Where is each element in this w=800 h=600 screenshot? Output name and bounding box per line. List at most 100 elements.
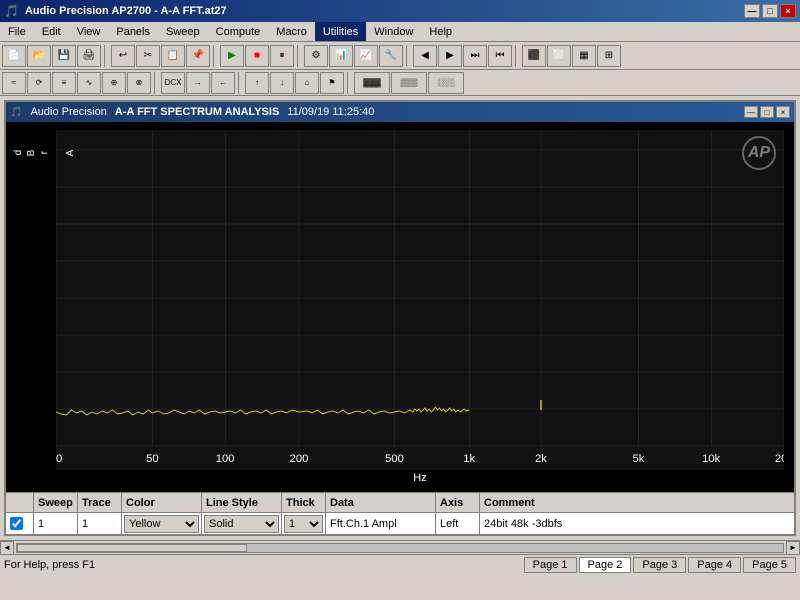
tb-cut[interactable]: ✂ [136,45,160,67]
tb2-btn-a[interactable]: ≈ [2,72,26,94]
tb-btn-d[interactable]: 🔧 [379,45,403,67]
svg-text:20: 20 [56,453,62,465]
sub-window-title: Audio Precision [30,106,106,118]
tb2-btn-e[interactable]: ⊕ [102,72,126,94]
tb2-btn-l[interactable]: ⌂ [295,72,319,94]
page-tab-1[interactable]: Page 1 [524,557,577,573]
tb-print[interactable]: 🖨 [77,45,101,67]
close-button[interactable]: × [780,4,796,18]
tb-save[interactable]: 💾 [52,45,76,67]
tb2-btn-g[interactable]: DCX [161,72,185,94]
color-select[interactable]: Yellow [124,515,199,533]
linestyle-select[interactable]: Solid [204,515,279,533]
tb2-btn-k[interactable]: ↓ [270,72,294,94]
sub-window-subtitle: A-A FFT SPECTRUM ANALYSIS [115,106,279,118]
menu-edit[interactable]: Edit [34,22,69,41]
tb-btn-k[interactable]: ▦ [572,45,596,67]
row-linestyle[interactable]: Solid [202,513,282,534]
tb-new[interactable]: 📄 [2,45,26,67]
tb2-btn-h[interactable]: → [186,72,210,94]
svg-text:1k: 1k [463,453,475,465]
chart-svg: +0 -20 -40 -60 -80 -100 -120 -140 -160 2… [56,130,784,470]
svg-text:200: 200 [290,453,309,465]
tb-btn-a[interactable]: ⚙ [304,45,328,67]
tb2-btn-m[interactable]: ⚑ [320,72,344,94]
tb2-btn-o[interactable]: ▒▒▒ [391,72,427,94]
tb-btn-c[interactable]: 📈 [354,45,378,67]
tb-btn-g[interactable]: ⏭ [463,45,487,67]
toolbar-separator-2 [213,45,217,67]
col-header-comment: Comment [480,493,794,512]
toolbar-separator-4 [406,45,410,67]
tb-btn-j[interactable]: ⬜ [547,45,571,67]
tb2-btn-p[interactable]: ░░░ [428,72,464,94]
page-tabs[interactable]: Page 1 Page 2 Page 3 Page 4 Page 5 [524,557,796,573]
col-header-color: Color [122,493,202,512]
menu-window[interactable]: Window [366,22,421,41]
menu-view[interactable]: View [69,22,109,41]
col-header-trace: Trace [78,493,122,512]
minimize-button[interactable]: — [744,4,760,18]
tb-paste[interactable]: 📌 [186,45,210,67]
scroll-right-button[interactable]: ► [786,541,800,555]
tb-open[interactable]: 📂 [27,45,51,67]
chart-container: dBr A AP [6,122,794,492]
page-tab-5[interactable]: Page 5 [743,557,796,573]
row-thick[interactable]: 1 [282,513,326,534]
menu-file[interactable]: File [0,22,34,41]
tb2-btn-f[interactable]: ⊗ [127,72,151,94]
tb-copy[interactable]: 📋 [161,45,185,67]
scroll-left-button[interactable]: ◄ [0,541,14,555]
title-bar-left: 🎵 Audio Precision AP2700 - A-A FFT.at27 [4,4,227,18]
col-header-sweep: Sweep [34,493,78,512]
menu-help[interactable]: Help [421,22,460,41]
tb-btn-i[interactable]: ⬛ [522,45,546,67]
tb2-btn-c[interactable]: ≡ [52,72,76,94]
window-title: Audio Precision AP2700 - A-A FFT.at27 [25,5,227,17]
tb-btn-f[interactable]: ▶ [438,45,462,67]
menu-panels[interactable]: Panels [108,22,158,41]
thick-select[interactable]: 1 [284,515,323,533]
menu-sweep[interactable]: Sweep [158,22,208,41]
page-tab-3[interactable]: Page 3 [633,557,686,573]
svg-text:500: 500 [385,453,404,465]
toolbar-separator-5 [515,45,519,67]
svg-text:20k: 20k [775,453,784,465]
tb-btn-h[interactable]: ⏮ [488,45,512,67]
tb2-btn-b[interactable]: ⟳ [27,72,51,94]
tb-btn-l[interactable]: ⊞ [597,45,621,67]
scroll-thumb[interactable] [17,544,247,552]
tb2-btn-i[interactable]: ← [211,72,235,94]
tb-pause[interactable]: ⏸ [270,45,294,67]
sub-title-bar: 🎵 Audio Precision A-A FFT SPECTRUM ANALY… [6,102,794,122]
sub-minimize-button[interactable]: — [744,106,758,118]
sub-title-left: 🎵 Audio Precision A-A FFT SPECTRUM ANALY… [10,106,374,118]
tb-run[interactable]: ▶ [220,45,244,67]
app-icon: 🎵 [4,4,19,18]
menu-utilities[interactable]: Utilities [315,22,366,41]
svg-text:2k: 2k [535,453,547,465]
menu-macro[interactable]: Macro [268,22,315,41]
maximize-button[interactable]: □ [762,4,778,18]
tb-stop[interactable]: ■ [245,45,269,67]
row-color[interactable]: Yellow [122,513,202,534]
scroll-track[interactable] [16,543,784,553]
page-tab-4[interactable]: Page 4 [688,557,741,573]
tb-btn-b[interactable]: 📊 [329,45,353,67]
menu-compute[interactable]: Compute [208,22,269,41]
tb2-btn-j[interactable]: ↑ [245,72,269,94]
row-sweep: 1 [34,513,78,534]
row-axis: Left [436,513,480,534]
page-tab-2[interactable]: Page 2 [579,557,632,573]
tb2-btn-d[interactable]: ∿ [77,72,101,94]
trace-checkbox[interactable] [10,517,23,530]
tb2-btn-n[interactable]: ▓▓▓ [354,72,390,94]
sub-window-controls[interactable]: — □ × [744,106,790,118]
sub-close-button[interactable]: × [776,106,790,118]
row-checkbox[interactable] [6,513,34,534]
horizontal-scrollbar[interactable]: ◄ ► [0,540,800,554]
tb-undo[interactable]: ↩ [111,45,135,67]
tb-btn-e[interactable]: ◀ [413,45,437,67]
title-bar-controls[interactable]: — □ × [744,4,796,18]
sub-maximize-button[interactable]: □ [760,106,774,118]
